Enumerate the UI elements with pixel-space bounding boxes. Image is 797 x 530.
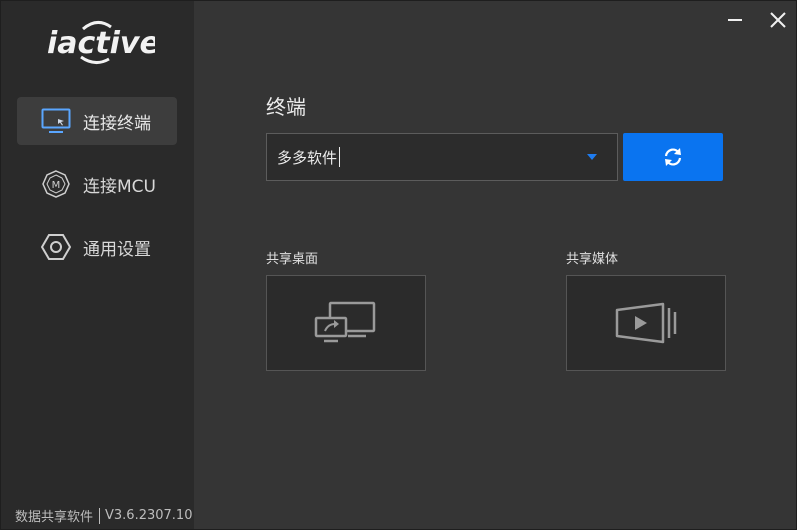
- settings-hexagon-icon: [41, 232, 71, 262]
- terminal-select[interactable]: 多多软件: [266, 133, 618, 181]
- share-desktop-label: 共享桌面: [266, 252, 319, 267]
- version-info: 数据共享软件 V3.6.2307.10: [15, 506, 192, 525]
- app-window: iactive 连接终端 M 连接MCU 通用设置 数据共享软件 V3.6.23…: [0, 0, 797, 530]
- minimize-button[interactable]: [724, 9, 746, 31]
- sidebar-item-label: 连接MCU: [83, 176, 156, 197]
- sidebar-item-general-settings[interactable]: 通用设置: [17, 223, 177, 271]
- share-media-icon: [615, 302, 677, 344]
- refresh-button[interactable]: [623, 133, 723, 181]
- mcu-icon: M: [41, 169, 71, 199]
- chevron-down-icon: [587, 154, 597, 160]
- sidebar-item-connect-mcu[interactable]: M 连接MCU: [17, 160, 177, 208]
- iactive-logo: iactive: [47, 21, 155, 64]
- sidebar-item-label: 通用设置: [83, 239, 151, 260]
- text-caret: [339, 147, 341, 167]
- share-desktop-button[interactable]: [266, 275, 426, 371]
- close-button[interactable]: [767, 9, 789, 31]
- share-media-label: 共享媒体: [566, 252, 619, 267]
- svg-text:M: M: [52, 180, 61, 191]
- page-title: 终端: [266, 95, 306, 119]
- minimize-icon: [728, 19, 742, 21]
- version-divider: [99, 507, 101, 524]
- close-icon: [770, 12, 786, 28]
- version-number: V3.6.2307.10: [105, 508, 193, 523]
- sidebar-item-connect-terminal[interactable]: 连接终端: [17, 97, 177, 145]
- share-desktop-icon: [314, 301, 376, 343]
- terminal-select-value: 多多软件: [277, 148, 338, 167]
- share-media-button[interactable]: [566, 275, 726, 371]
- sidebar: iactive 连接终端 M 连接MCU 通用设置 数据共享软件 V3.6.23…: [1, 1, 194, 529]
- monitor-icon: [41, 106, 71, 136]
- refresh-icon: [664, 148, 682, 166]
- app-name: 数据共享软件: [15, 510, 94, 525]
- sidebar-item-label: 连接终端: [83, 113, 151, 134]
- logo-text: iactive: [47, 26, 155, 61]
